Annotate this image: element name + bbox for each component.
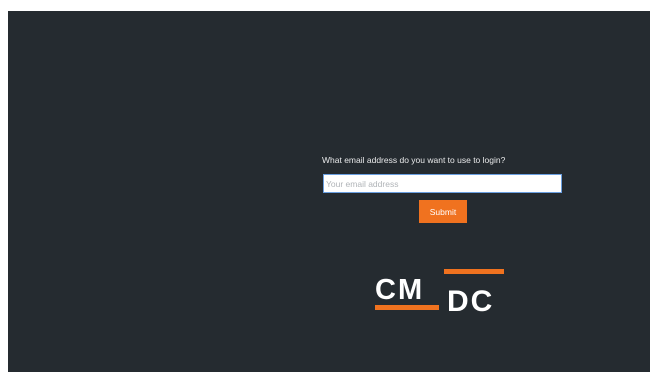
cmdc-logo: CM DC — [374, 269, 506, 315]
submit-button[interactable]: Submit — [419, 200, 467, 223]
email-prompt-label: What email address do you want to use to… — [322, 155, 506, 165]
logo-top-bar — [444, 269, 504, 274]
logo-text-cm: CM — [375, 274, 424, 306]
email-field[interactable] — [323, 174, 562, 193]
logo-text-dc: DC — [447, 285, 494, 315]
logo-bottom-bar — [375, 305, 439, 310]
login-screen: What email address do you want to use to… — [8, 11, 650, 372]
